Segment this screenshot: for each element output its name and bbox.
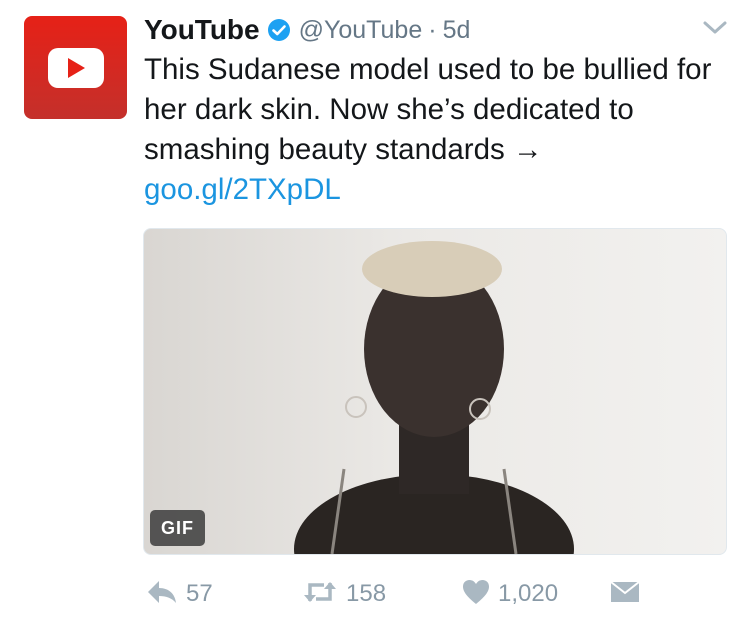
tweet-body: This Sudanese model used to be bullied f…: [144, 53, 712, 166]
heart-icon: [462, 579, 490, 610]
gif-thumbnail: [294, 241, 574, 554]
direct-message-button[interactable]: [610, 576, 640, 612]
verified-badge-icon: [267, 18, 291, 42]
retweet-icon: [302, 579, 338, 610]
tweet-actions: 57 158 1,020: [0, 576, 750, 612]
display-name[interactable]: YouTube: [144, 14, 260, 46]
retweet-count: 158: [346, 580, 387, 607]
like-count: 1,020: [498, 580, 559, 607]
reply-button[interactable]: 57: [146, 576, 213, 612]
tweet-media-gif[interactable]: [143, 228, 727, 555]
reply-icon: [146, 579, 178, 610]
retweet-button[interactable]: 158: [302, 576, 386, 612]
user-handle[interactable]: @YouTube: [299, 16, 423, 45]
chevron-down-icon[interactable]: [702, 20, 728, 41]
envelope-icon: [610, 579, 640, 610]
youtube-logo-icon: [47, 47, 104, 88]
like-button[interactable]: 1,020: [462, 576, 558, 612]
tweet-header: YouTube @YouTube · 5d: [144, 12, 470, 48]
separator: ·: [428, 15, 437, 44]
tweet-link[interactable]: goo.gl/2TXpDL: [144, 173, 341, 206]
tweet-text: This Sudanese model used to be bullied f…: [144, 50, 734, 210]
avatar[interactable]: [24, 16, 127, 119]
reply-count: 57: [186, 580, 213, 607]
gif-badge: GIF: [150, 510, 205, 546]
timestamp[interactable]: 5d: [443, 16, 471, 45]
